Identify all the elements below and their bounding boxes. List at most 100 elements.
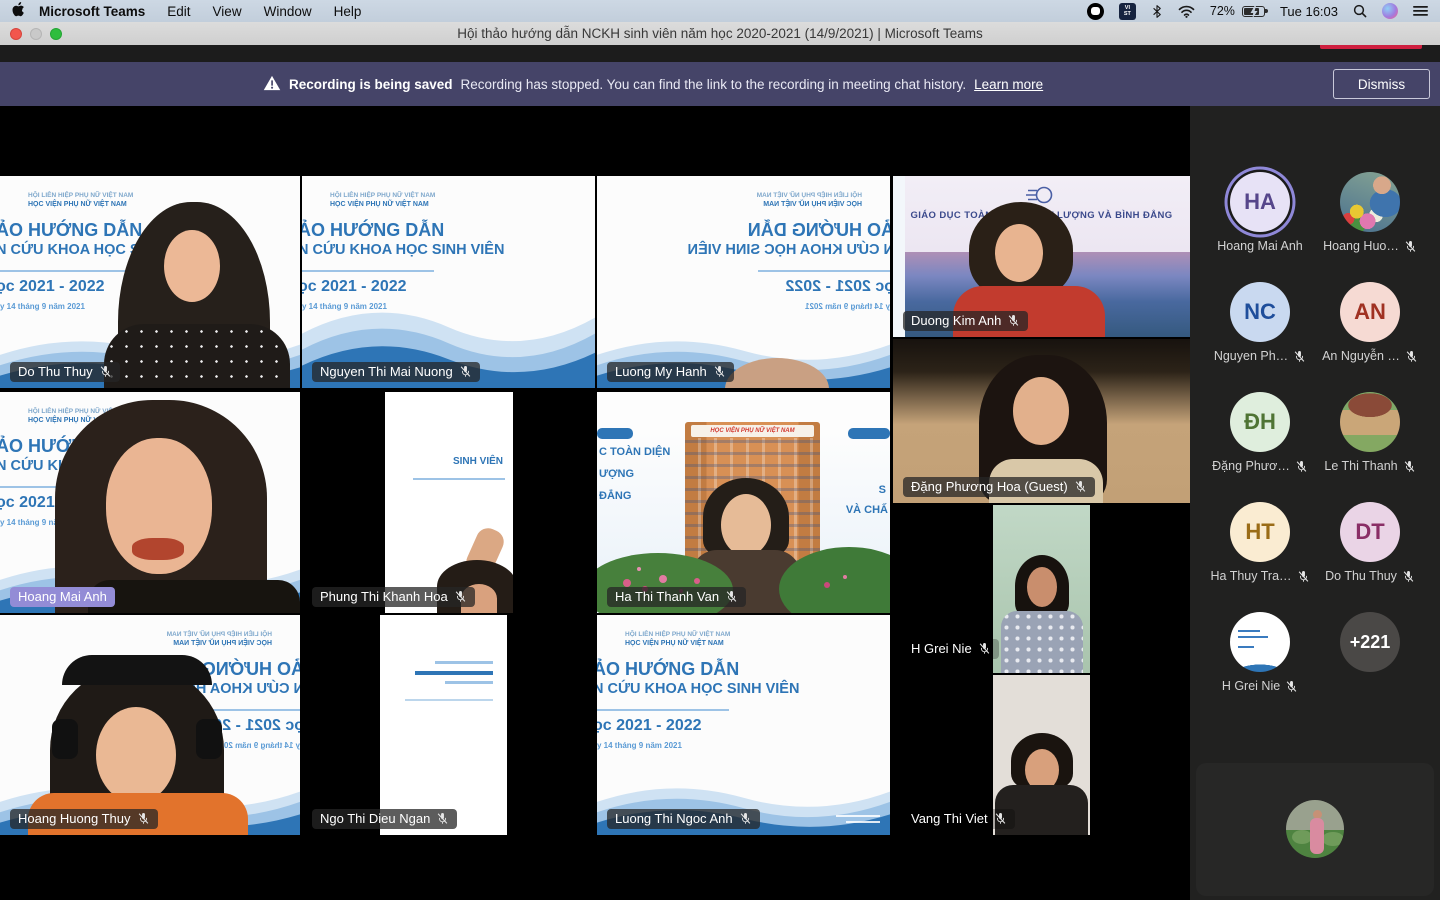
participant-name-tag: Nguyen Thi Mai Nuong — [312, 362, 480, 382]
recording-banner: Recording is being saved Recording has s… — [0, 62, 1440, 106]
menubar-app-name[interactable]: Microsoft Teams — [39, 4, 145, 19]
macos-menubar: Microsoft Teams Edit View Window Help VI… — [0, 0, 1440, 22]
video-tile-h-grei-nie[interactable]: H Grei Nie — [893, 505, 1190, 673]
video-tile-dang-phuong-hoa[interactable]: Đặng Phương Hoa (Guest) — [893, 339, 1190, 503]
mic-off-icon — [454, 590, 467, 603]
video-tile-duong-kim-anh[interactable]: GIÁO DỤC TOÀN DIỆN, CHẤT LƯỢNG VÀ BÌNH Đ… — [893, 176, 1190, 337]
zoom-window-button[interactable] — [50, 28, 62, 40]
participant-name-tag: Ngo Thi Dieu Ngan — [312, 809, 457, 829]
banner-title: Recording is being saved — [289, 77, 453, 92]
menu-edit[interactable]: Edit — [167, 4, 190, 19]
warning-icon — [263, 75, 281, 94]
participant-name-tag: Hoang Huong Thuy — [10, 809, 158, 829]
video-tile-hoang-huong-thuy[interactable]: HỘI LIÊN HIỆP PHỤ NỮ VIỆT NAM HỌC VIỆN P… — [0, 615, 300, 835]
menubar-clock[interactable]: Tue 16:03 — [1280, 4, 1338, 19]
menu-window[interactable]: Window — [264, 4, 312, 19]
video-tile-phung-thi-khanh-hoa[interactable]: SINH VIÊN Phung Thi Khanh Hoa — [302, 392, 595, 613]
avatar: HT — [1230, 502, 1290, 562]
avatar-photo — [1230, 612, 1290, 672]
banner-message: Recording has stopped. You can find the … — [461, 77, 967, 92]
control-center-list-icon[interactable] — [1413, 5, 1428, 17]
avatar: DT — [1340, 502, 1400, 562]
video-stage: HỘI LIÊN HIỆP PHỤ NỮ VIỆT NAM HỌC VIỆN P… — [0, 106, 1190, 900]
mic-off-icon — [1405, 350, 1418, 363]
menu-help[interactable]: Help — [334, 4, 362, 19]
mic-off-icon — [1007, 314, 1020, 327]
mic-off-icon — [978, 642, 991, 655]
participants-sidebar: HA Hoang Mai Anh Hoang Huo… NC Nguyen Ph… — [1190, 106, 1440, 900]
video-tile-luong-my-hanh[interactable]: HỘI LIÊN HIỆP PHỤ NỮ VIỆT NAM HỌC VIỆN P… — [597, 176, 890, 388]
self-avatar — [1286, 800, 1344, 858]
teams-topbar — [0, 45, 1440, 62]
leave-button-edge[interactable] — [1320, 45, 1422, 49]
avatar-photo — [1340, 392, 1400, 452]
close-window-button[interactable] — [10, 28, 22, 40]
video-tile-ha-thi-thanh-van[interactable]: C TOÀN DIỆN ƯỢNG ĐẲNG S VÀ CHẤ HỌC VIỆN … — [597, 392, 890, 613]
participant-name-tag: Duong Kim Anh — [903, 311, 1028, 331]
participant-an-nguyen[interactable]: AN An Nguyễn … — [1315, 282, 1425, 363]
mic-off-icon — [1403, 460, 1416, 473]
participant-le-thi-thanh[interactable]: Le Thi Thanh — [1315, 392, 1425, 473]
avatar: NC — [1230, 282, 1290, 342]
video-tile-luong-thi-ngoc-anh[interactable]: HỘI LIÊN HIỆP PHỤ NỮ VIỆT NAM HỌC VIỆN P… — [597, 615, 890, 835]
mic-off-icon — [1074, 480, 1087, 493]
spotlight-icon[interactable] — [1353, 4, 1367, 18]
minimize-window-button[interactable] — [30, 28, 42, 40]
mic-off-icon — [994, 812, 1007, 825]
participant-dang-phuo[interactable]: ĐH Đặng Phươ… — [1205, 392, 1315, 473]
line-app-icon[interactable] — [1087, 3, 1104, 20]
mic-off-icon — [99, 365, 112, 378]
video-tile-do-thu-thuy[interactable]: HỘI LIÊN HIỆP PHỤ NỮ VIỆT NAM HỌC VIỆN P… — [0, 176, 300, 388]
mic-off-icon — [739, 812, 752, 825]
participant-name-tag: Phung Thi Khanh Hoa — [312, 587, 475, 607]
avatar: HA — [1230, 172, 1290, 232]
participant-h-grei-nie[interactable]: H Grei Nie — [1205, 612, 1315, 693]
participant-ha-thuy-tra[interactable]: HT Ha Thuy Tra… — [1205, 502, 1315, 583]
overflow-participants[interactable]: +221 — [1315, 612, 1425, 672]
avatar: ĐH — [1230, 392, 1290, 452]
video-tile-hoang-mai-anh[interactable]: HỘI LIÊN HIỆP PHỤ NỮ VIỆT NAM HỌC VIỆN P… — [0, 392, 300, 613]
mic-off-icon — [1404, 240, 1417, 253]
participant-do-thu-thuy[interactable]: DT Do Thu Thuy — [1315, 502, 1425, 583]
participant-name-tag: Vang Thi Viet — [903, 809, 1015, 829]
learn-more-link[interactable]: Learn more — [974, 77, 1043, 92]
video-tile-nguyen-thi-mai-nuong[interactable]: HỘI LIÊN HIỆP PHỤ NỮ VIỆT NAM HỌC VIỆN P… — [302, 176, 595, 388]
battery-percent: 72% — [1210, 4, 1235, 18]
wifi-icon[interactable] — [1178, 5, 1195, 18]
avatar-photo — [1340, 172, 1400, 232]
window-titlebar: Hội thảo hướng dẫn NCKH sinh viên năm họ… — [0, 22, 1440, 45]
participant-name-tag: Do Thu Thuy — [10, 362, 120, 382]
menu-view[interactable]: View — [213, 4, 242, 19]
participant-name-tag: Đặng Phương Hoa (Guest) — [903, 477, 1095, 497]
participant-name-tag: Ha Thi Thanh Van — [607, 587, 746, 607]
vist-app-icon[interactable]: VI ST — [1119, 3, 1136, 20]
person-figure — [0, 176, 300, 388]
participant-hoang-huo[interactable]: Hoang Huo… — [1315, 172, 1425, 253]
self-view-tile[interactable] — [1196, 763, 1434, 896]
video-tile-ngo-thi-dieu-ngan[interactable]: Ngo Thi Dieu Ngan — [302, 615, 595, 835]
mic-off-icon — [137, 812, 150, 825]
mic-off-icon — [713, 365, 726, 378]
participant-nguyen-ph[interactable]: NC Nguyen Ph… — [1205, 282, 1315, 363]
mic-off-icon — [1295, 460, 1308, 473]
battery-icon — [1242, 6, 1265, 17]
person-figure — [0, 392, 300, 613]
mic-off-icon — [1297, 570, 1310, 583]
bluetooth-icon[interactable] — [1151, 4, 1163, 19]
person-figure — [597, 392, 890, 613]
avatar: AN — [1340, 282, 1400, 342]
mic-off-icon — [1293, 350, 1306, 363]
participant-name-tag: Luong My Hanh — [607, 362, 734, 382]
mic-off-icon — [725, 590, 738, 603]
mic-off-icon — [1402, 570, 1415, 583]
participant-name-tag: Luong Thi Ngoc Anh — [607, 809, 760, 829]
siri-icon[interactable] — [1382, 3, 1398, 19]
mic-off-icon — [436, 812, 449, 825]
apple-logo-icon[interactable] — [12, 2, 25, 20]
dismiss-button[interactable]: Dismiss — [1333, 69, 1430, 99]
participant-name-tag: Hoang Mai Anh — [10, 587, 115, 607]
participant-hoang-mai-anh[interactable]: HA Hoang Mai Anh — [1205, 172, 1315, 253]
video-tile-vang-thi-viet[interactable]: Vang Thi Viet — [893, 675, 1190, 835]
screen: Microsoft Teams Edit View Window Help VI… — [0, 0, 1440, 900]
overflow-badge: +221 — [1340, 612, 1400, 672]
